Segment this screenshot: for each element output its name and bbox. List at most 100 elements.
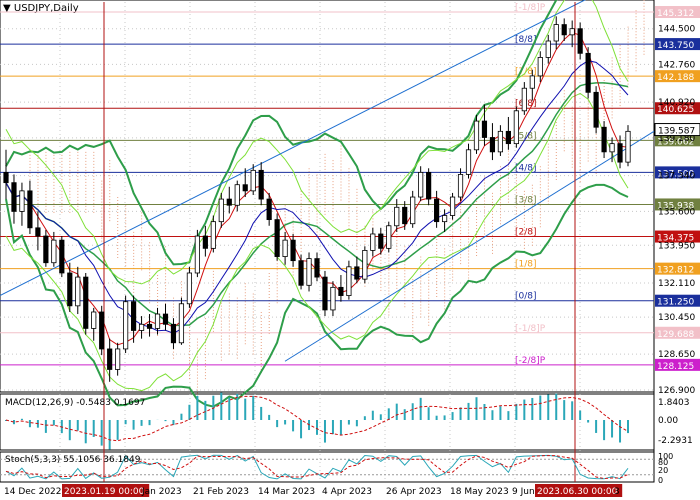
candle-bear [290, 239, 296, 262]
macd-histogram-bar [252, 395, 255, 420]
macd-histogram-bar [331, 420, 334, 435]
chart-window[interactable]: ▼ USDJPY,Daily [-1/8]P 145.312 [8/8] 143.75… [0, 0, 700, 500]
candle-bull [346, 266, 352, 296]
macd-histogram-bar [371, 410, 374, 420]
candle-bear [130, 301, 137, 331]
candle-bull [529, 75, 535, 89]
murray-levels: [-1/8]P145.312[8/8]143.750[7/8]142.188[6… [0, 3, 700, 372]
price-tick-label: 130.450 [658, 313, 695, 323]
candle-bull [457, 174, 464, 198]
stoch-tick-label: 0 [658, 476, 663, 485]
macd-histogram-bar [260, 406, 263, 420]
price-tick-label: 126.900 [658, 386, 695, 396]
candle-bear [202, 235, 208, 249]
candle-bull [186, 272, 193, 305]
macd-histogram-bar [292, 420, 295, 432]
murray-price-text: 131.250 [657, 298, 694, 308]
macd-histogram-bar [68, 420, 71, 441]
candle-bear [258, 169, 264, 200]
macd-histogram-bar [563, 400, 566, 420]
macd-histogram-bar [443, 415, 446, 420]
candle-bull [282, 239, 288, 257]
candle-bull [154, 313, 161, 329]
candle-bull [410, 196, 416, 225]
murray-level-label: [3/8] [515, 195, 537, 205]
candle-bull [386, 225, 392, 249]
macd-histogram-bar [323, 420, 326, 443]
macd-histogram-bar [395, 403, 398, 420]
candle-bull [473, 120, 480, 151]
macd-histogram-bar [148, 420, 151, 426]
price-tick-label: 128.650 [658, 350, 695, 360]
macd-histogram-bar [499, 406, 502, 420]
price-tick-label: 132.110 [658, 279, 695, 289]
candle-bear [378, 233, 384, 249]
candle-bear [27, 190, 33, 229]
macd-histogram-bar [595, 420, 598, 433]
candle-bull [370, 233, 376, 251]
ichimoku-cloud [29, 0, 645, 401]
macd-histogram-bar [204, 400, 207, 420]
date-tick-label: 4 Apr 2023 [322, 487, 372, 497]
macd-histogram-bar [435, 415, 438, 420]
candle-bull [194, 235, 200, 274]
macd-histogram-bar [339, 420, 342, 435]
date-tick-label: 26 Apr 2023 [386, 487, 442, 497]
candle-bull [545, 40, 551, 58]
macd-histogram-bar [411, 403, 414, 420]
candle-bear [593, 91, 599, 128]
macd-histogram-bar [451, 412, 454, 420]
candle-bull [138, 323, 145, 331]
candle-bear [354, 266, 360, 280]
candle-bear [402, 206, 408, 225]
macd-histogram-bar [547, 394, 550, 420]
date-marker-text: 2023.01.19 00:00 [64, 487, 145, 497]
candle-bear [43, 235, 49, 264]
candle-bear [298, 260, 304, 286]
candle-bull [569, 28, 575, 36]
candle-bull [465, 149, 472, 175]
macd-histogram-bar [268, 414, 271, 420]
macd-histogram-bar [180, 413, 183, 420]
candle-bull [362, 250, 368, 280]
murray-price-text: 128.125 [657, 362, 694, 372]
candle-bear [617, 143, 623, 163]
macd-histogram-bar [419, 397, 422, 420]
macd-histogram-bar [76, 420, 79, 431]
candle-bull [210, 221, 216, 249]
candle-bear [226, 198, 232, 206]
price-tick-label: 140.920 [658, 98, 695, 108]
murray-price-text: 145.312 [657, 9, 694, 19]
candle-bull [115, 348, 121, 370]
macd-histogram-bar [379, 414, 382, 420]
candle-bear [481, 120, 488, 138]
macd-tick-label: 0.00 [658, 416, 678, 426]
macd-histogram-bar [84, 420, 87, 444]
candle-bull [513, 110, 519, 145]
candle-bull [218, 198, 224, 223]
macd-histogram-bar [587, 420, 590, 423]
candle-bear [601, 126, 607, 153]
candle-bear [107, 348, 113, 370]
macd-histogram-bar [507, 411, 510, 420]
candle-bull [306, 258, 312, 286]
murray-price-text: 142.188 [657, 73, 694, 83]
murray-price-text: 129.688 [657, 330, 694, 340]
macd-histogram-bar [108, 420, 111, 450]
price-tick-label: 133.950 [658, 241, 695, 251]
date-tick-label: 3 [614, 487, 620, 497]
murray-level-label: [-1/8]P [515, 324, 546, 334]
chart-canvas[interactable]: [-1/8]P145.312[8/8]143.750[7/8]142.188[6… [0, 0, 700, 500]
macd-histogram-bar [403, 409, 406, 420]
macd-histogram-bar [124, 420, 127, 425]
candle-bear [67, 272, 73, 307]
macd-histogram-bar [579, 410, 582, 420]
candle-bear [577, 28, 583, 54]
candle-bear [11, 182, 17, 212]
price-tick-label: 142.760 [658, 60, 695, 70]
macd-histogram-bar [467, 402, 470, 420]
candle-bull [19, 190, 25, 212]
candle-bear [274, 219, 280, 257]
macd-histogram-bar [140, 420, 143, 426]
candle-bull [123, 301, 129, 350]
